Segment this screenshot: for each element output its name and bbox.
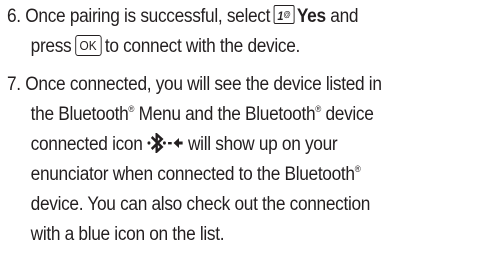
step-7-text-2a: the Bluetooth — [30, 104, 129, 125]
step-7-text-2b: Menu and the Bluetooth — [138, 104, 316, 125]
step-7-text-4: enunciator when connected to the Bluetoo… — [30, 164, 355, 185]
step-7-line-2: the Bluetooth® Menu and the Bluetooth® d… — [7, 100, 435, 130]
step-7-text-1: Once connected, you will see the device … — [25, 74, 382, 95]
key-badge-sub: @ — [283, 10, 291, 19]
step-7-text-3b: will show up on your — [188, 134, 338, 155]
step-6-line-2: press OK to connect with the device. — [7, 32, 435, 62]
step-7: 7. Once connected, you will see the devi… — [7, 70, 435, 250]
step-6-line-1: 6. Once pairing is successful, select 1@ Y… — [7, 2, 435, 32]
registered-mark: ® — [315, 104, 321, 114]
step-7-text-5: device. You can also check out the conne… — [30, 194, 371, 215]
step-6-number: 6. — [7, 6, 21, 27]
ok-key-icon: OK — [74, 35, 102, 56]
registered-mark: ® — [128, 104, 135, 114]
bluetooth-connected-icon — [147, 133, 183, 153]
connect-text: to connect with the device. — [104, 36, 301, 57]
key-1-badge-icon: 1@ — [273, 5, 295, 24]
manual-page: 6. Once pairing is successful, select 1@ Y… — [0, 0, 481, 262]
step-7-line-6: with a blue icon on the list. — [7, 220, 435, 250]
step-7-number: 7. — [7, 74, 21, 95]
step-7-text-3a: connected icon — [30, 134, 143, 155]
step-7-text-6: with a blue icon on the list. — [30, 224, 225, 245]
step-7-line-5: device. You can also check out the conne… — [7, 190, 435, 220]
yes-option-label: Yes — [296, 6, 326, 27]
step-6-tail: and — [330, 6, 359, 27]
press-text: press — [30, 36, 72, 57]
step-6: 6. Once pairing is successful, select 1@ Y… — [7, 2, 435, 62]
registered-mark: ® — [354, 164, 361, 174]
step-7-line-3: connected icon will show up on your — [7, 130, 435, 160]
step-6-text: Once pairing is successful, select — [25, 6, 271, 27]
step-7-text-2c: device — [325, 104, 374, 125]
step-7-line-4: enunciator when connected to the Bluetoo… — [7, 160, 435, 190]
step-7-line-1: 7. Once connected, you will see the devi… — [7, 70, 435, 100]
